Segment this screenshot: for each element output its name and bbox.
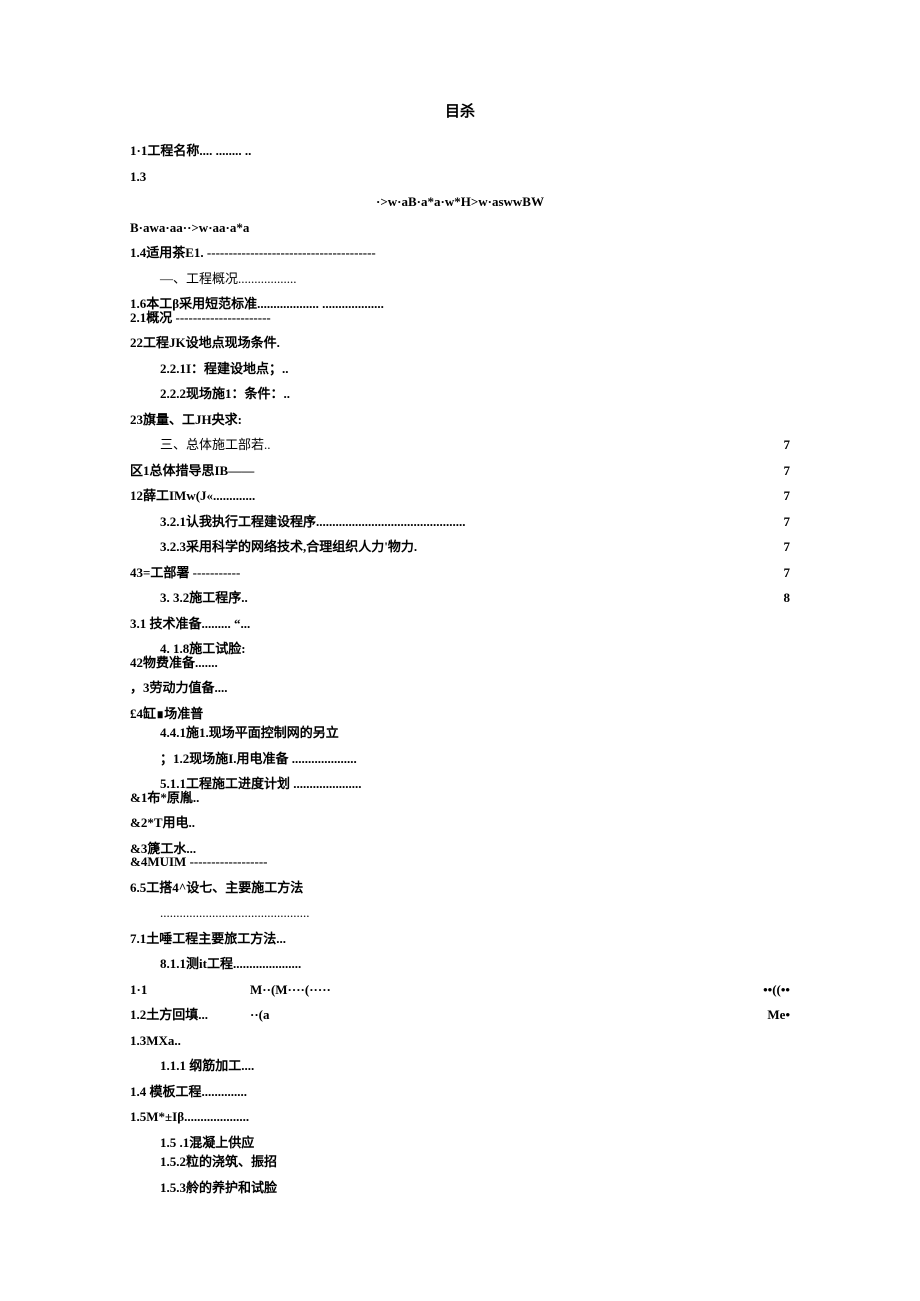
toc-entry: ；1.2现场施I.用电准备 .................... bbox=[130, 749, 790, 769]
toc-entry: 3.1 技术准备......... “... bbox=[130, 614, 790, 634]
toc-entry-label: 1.3 bbox=[130, 167, 146, 187]
toc-entry: 22工程JK设地点现场条件. bbox=[130, 333, 790, 353]
toc-entry: &4MUIM ------------------ bbox=[130, 852, 790, 872]
toc-entry: —、工程概况.................. bbox=[130, 269, 790, 289]
toc-entry: ，3劳动力值备.... bbox=[130, 678, 790, 698]
toc-entry: ·>w·aB·a*a·w*H>w·aswwBW bbox=[130, 192, 790, 212]
toc-entry: £4缸∎场准普 bbox=[130, 704, 790, 724]
toc-entry-label: 12薛工IMw(J«............. bbox=[130, 486, 255, 506]
toc-entry-page: 7 bbox=[770, 486, 790, 506]
toc-entry-label: 1.4 模板工程.............. bbox=[130, 1082, 247, 1102]
toc-entry-right-garble: ••((•• bbox=[763, 980, 790, 1000]
toc-entry: 2.1概况 ---------------------- bbox=[130, 308, 790, 328]
toc-entry-label: 1.5.2粒的浇筑、振招 bbox=[160, 1152, 277, 1172]
toc-entry-label: 3.2.1认我执行工程建设程序.........................… bbox=[160, 512, 466, 532]
toc-entry-label: 2.2.1I：程建设地点；.. bbox=[160, 359, 289, 379]
toc-entry-page: 7 bbox=[770, 461, 790, 481]
toc-entry-label: 1.4适用茶E1. ------------------------------… bbox=[130, 243, 376, 263]
toc-entry-label: 1.2土方回填... bbox=[130, 1005, 250, 1025]
toc-entry: 23旗量、工JH央求: bbox=[130, 410, 790, 430]
toc-entry-label: 2.1概况 ---------------------- bbox=[130, 308, 271, 328]
toc-entry-label: 3. 3.2施工程序.. bbox=[160, 588, 248, 608]
toc-entry: B·awa·aa··>w·aa·a*a bbox=[130, 218, 790, 238]
toc-entry: 8.1.1测it工程..................... bbox=[130, 954, 790, 974]
toc-entry: 1.3 bbox=[130, 167, 790, 187]
toc-entry-label: &1布*原胤.. bbox=[130, 788, 199, 808]
toc-entry: 3.2.3采用科学的网络技术,合理组织人力'物力. 7 bbox=[130, 537, 790, 557]
toc-entry-label: ，3劳动力值备.... bbox=[130, 678, 228, 698]
toc-entry-label: B·awa·aa··>w·aa·a*a bbox=[130, 220, 249, 235]
toc-entry: 7.1土唾工程主要旅工方法... bbox=[130, 929, 790, 949]
toc-entry-label: 8.1.1测it工程..................... bbox=[160, 954, 301, 974]
toc-entry-label: &4MUIM ------------------ bbox=[130, 852, 268, 872]
toc-entry: 1.4适用茶E1. ------------------------------… bbox=[130, 243, 790, 263]
toc-entry-label: 1.5.3舲的养护和试脸 bbox=[160, 1178, 277, 1198]
toc-entry-label: 1·1工程名称.... ........ .. bbox=[130, 141, 251, 161]
toc-entry-label: 4.4.1施1.现场平面控制网的另立 bbox=[160, 723, 339, 743]
toc-entry: ........................................… bbox=[130, 903, 790, 923]
toc-entry-label: £4缸∎场准普 bbox=[130, 704, 203, 724]
toc-entry: 1.5M*±Iβ.................... bbox=[130, 1107, 790, 1127]
split-rows-block: 1·1M··(M····(····· ••((•• 1.2土方回填...··(a Me… bbox=[130, 980, 790, 1025]
toc-entry-label: ·>w·aB·a*a·w*H>w·aswwBW bbox=[376, 194, 544, 209]
toc-tail: 1.3MXa.. 1.1.1 纲筋加工.... 1.4 模板工程..........… bbox=[130, 1031, 790, 1198]
document-title: 目杀 bbox=[130, 100, 790, 121]
toc-entry-label: 1.3MXa.. bbox=[130, 1031, 181, 1051]
toc-entry: 三、总体施工部若.. 7 bbox=[130, 435, 790, 455]
toc-entry: 1.5.2粒的浇筑、振招 bbox=[130, 1152, 790, 1172]
toc-entry: 12薛工IMw(J«............. 7 bbox=[130, 486, 790, 506]
toc-entry: 4.4.1施1.现场平面控制网的另立 bbox=[130, 723, 790, 743]
toc-entry-label: 3.2.3采用科学的网络技术,合理组织人力'物力. bbox=[160, 537, 417, 557]
toc-entry-page: 7 bbox=[770, 563, 790, 583]
toc-entry-label: ；1.2现场施I.用电准备 .................... bbox=[160, 749, 357, 769]
toc-entry-label: 7.1土唾工程主要旅工方法... bbox=[130, 929, 286, 949]
toc-entry-mid-garble: M··(M····(····· bbox=[250, 980, 331, 1000]
toc-entry-label: ........................................… bbox=[160, 903, 310, 923]
toc-entry: 3. 3.2施工程序.. 8 bbox=[130, 588, 790, 608]
toc-entry: 1·1工程名称.... ........ .. bbox=[130, 141, 790, 161]
toc-entry: 1.1.1 纲筋加工.... bbox=[130, 1056, 790, 1076]
toc-entry: 1.3MXa.. bbox=[130, 1031, 790, 1051]
toc-entry-label: 1·1 bbox=[130, 980, 250, 1000]
toc-entry: &2*T用电.. bbox=[130, 813, 790, 833]
toc-entry-label: —、工程概况.................. bbox=[160, 269, 297, 289]
toc-entry-page: 7 bbox=[770, 512, 790, 532]
toc-entry: 43=工部署 ----------- 7 bbox=[130, 563, 790, 583]
toc-entry-split: 1·1M··(M····(····· ••((•• bbox=[130, 980, 790, 1000]
toc-entry: 1.5.3舲的养护和试脸 bbox=[130, 1178, 790, 1198]
toc-entry: 3.2.1认我执行工程建设程序.........................… bbox=[130, 512, 790, 532]
toc-entry-label: 22工程JK设地点现场条件. bbox=[130, 333, 280, 353]
toc-entry-label: 1.1.1 纲筋加工.... bbox=[160, 1056, 254, 1076]
toc-entry-label: 6.5工搭4^设七、主要施工方法 bbox=[130, 878, 303, 898]
toc-entry-mid-garble: ··(a bbox=[250, 1005, 270, 1025]
toc-entry: 1.4 模板工程.............. bbox=[130, 1082, 790, 1102]
toc-entry-label: 23旗量、工JH央求: bbox=[130, 410, 242, 430]
toc-entry-label: 42物费准备....... bbox=[130, 653, 218, 673]
toc-entry-page: 8 bbox=[770, 588, 790, 608]
toc-entry-label: 3.1 技术准备......... “... bbox=[130, 614, 250, 634]
toc-entry-right-garble: Me• bbox=[767, 1005, 790, 1025]
toc-entry: 2.2.2现场施1：条件：.. bbox=[130, 384, 790, 404]
toc-entry-label: 1.5M*±Iβ.................... bbox=[130, 1107, 249, 1127]
toc-entry: 2.2.1I：程建设地点；.. bbox=[130, 359, 790, 379]
toc-entry-page: 7 bbox=[770, 537, 790, 557]
toc-entry-label: 区1总体措导思IB—— bbox=[130, 461, 254, 481]
toc-entry: 1.5 .1混凝上供应 bbox=[130, 1133, 790, 1153]
toc-entry-label: 1.5 .1混凝上供应 bbox=[160, 1133, 254, 1153]
toc-entry: 区1总体措导思IB—— 7 bbox=[130, 461, 790, 481]
toc-entry-label: 43=工部署 ----------- bbox=[130, 563, 240, 583]
toc-body: 1·1工程名称.... ........ .. 1.3 ·>w·aB·a*a·w*H… bbox=[130, 141, 790, 974]
toc-entry-label: &2*T用电.. bbox=[130, 813, 195, 833]
toc-entry-label: 三、总体施工部若.. bbox=[160, 435, 271, 455]
toc-entry-label: 2.2.2现场施1：条件：.. bbox=[160, 384, 290, 404]
toc-entry: 6.5工搭4^设七、主要施工方法 bbox=[130, 878, 790, 898]
toc-entry-split: 1.2土方回填...··(a Me• bbox=[130, 1005, 790, 1025]
toc-entry-page: 7 bbox=[770, 435, 790, 455]
